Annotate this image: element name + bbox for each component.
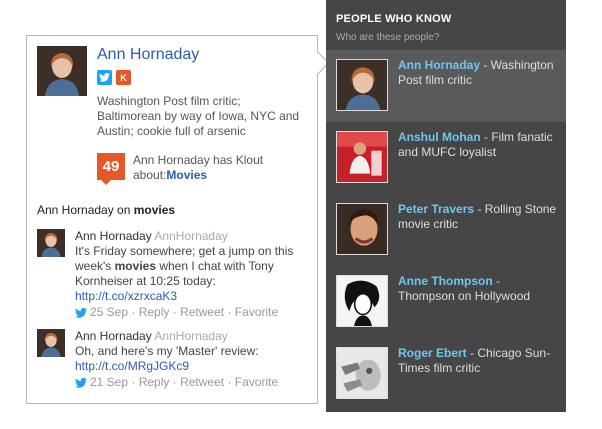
person-text: Peter Travers - Rolling Stone movie crit… [398, 202, 558, 232]
profile-card: Ann Hornaday K Washington Post film crit… [26, 35, 330, 404]
panel-title: PEOPLE WHO KNOW [336, 13, 452, 25]
panel-help-link[interactable]: Who are these people? [336, 32, 439, 43]
favorite-link[interactable]: Favorite [235, 305, 278, 320]
klout-topic-link[interactable]: Movies [166, 168, 207, 182]
favorite-link[interactable]: Favorite [235, 375, 278, 390]
tweet-text: It's Friday somewhere; get a jump on thi… [75, 244, 310, 304]
klout-icon[interactable]: K [116, 70, 131, 85]
person-avatar [336, 275, 388, 327]
person-name[interactable]: Anshul Mohan [398, 130, 481, 144]
profile-name[interactable]: Ann Hornaday [97, 46, 199, 64]
tweet-handle[interactable]: AnnHornaday [154, 329, 227, 343]
klout-description: Ann Hornaday has Klout about:Movies [133, 153, 313, 183]
twitter-bird-icon [75, 377, 87, 388]
tweet-text-highlight: movies [114, 259, 156, 273]
person-name[interactable]: Peter Travers [398, 202, 474, 216]
tweet-date[interactable]: 21 Sep [90, 375, 128, 390]
section-topic: movies [133, 203, 176, 217]
tweet-body: Ann Hornaday AnnHornaday Oh, and here's … [75, 329, 310, 390]
tweet-date[interactable]: 25 Sep [90, 305, 128, 320]
person-name[interactable]: Roger Ebert [398, 346, 467, 360]
tweet-avatar[interactable] [37, 329, 65, 357]
retweet-link[interactable]: Retweet [180, 305, 224, 320]
twitter-icon[interactable] [97, 70, 112, 85]
person-text: Ann Hornaday - Washington Post film crit… [398, 58, 558, 88]
tweet-author[interactable]: Ann Hornaday [75, 329, 152, 343]
person-item-roger-ebert[interactable]: Roger Ebert - Chicago Sun-Times film cri… [326, 338, 566, 410]
twitter-bird-icon [75, 307, 87, 318]
tweets-section-title: Ann Hornaday on movies [37, 203, 175, 217]
tweet-author[interactable]: Ann Hornaday [75, 229, 152, 243]
person-avatar [336, 347, 388, 399]
person-avatar [336, 131, 388, 183]
tweet-text-part: Oh, and here's my 'Master' review: [75, 344, 259, 358]
person-item-peter-travers[interactable]: Peter Travers - Rolling Stone movie crit… [326, 194, 566, 266]
klout-score-badge: 49 [97, 153, 125, 185]
person-text: Anne Thompson - Thompson on Hollywood [398, 274, 558, 304]
section-prefix: Ann Hornaday on [37, 203, 134, 217]
person-item-anne-thompson[interactable]: Anne Thompson - Thompson on Hollywood [326, 266, 566, 338]
profile-avatar[interactable] [37, 46, 87, 96]
person-text: Roger Ebert - Chicago Sun-Times film cri… [398, 346, 558, 376]
tweet-handle[interactable]: AnnHornaday [154, 229, 227, 243]
person-name[interactable]: Anne Thompson [398, 274, 493, 288]
tweet-meta: 25 Sep · Reply · Retweet · Favorite [75, 305, 310, 320]
reply-link[interactable]: Reply [139, 305, 170, 320]
tweet-meta: 21 Sep · Reply · Retweet · Favorite [75, 375, 310, 390]
social-badges: K [97, 70, 131, 85]
tweet-link[interactable]: http://t.co/MRgJGKc9 [75, 359, 189, 373]
person-avatar [336, 59, 388, 111]
profile-bio: Washington Post film critic; Baltimorean… [97, 94, 300, 138]
people-who-know-panel: PEOPLE WHO KNOW Who are these people? An… [326, 0, 566, 412]
reply-link[interactable]: Reply [139, 375, 170, 390]
person-item-ann-hornaday[interactable]: Ann Hornaday - Washington Post film crit… [326, 50, 566, 122]
person-text: Anshul Mohan - Film fanatic and MUFC loy… [398, 130, 558, 160]
tweet-link[interactable]: http://t.co/xzrxcaK3 [75, 289, 177, 303]
tweet-avatar[interactable] [37, 229, 65, 257]
person-name[interactable]: Ann Hornaday [398, 58, 480, 72]
tweet-body: Ann Hornaday AnnHornaday It's Friday som… [75, 229, 310, 320]
person-item-anshul-mohan[interactable]: Anshul Mohan - Film fanatic and MUFC loy… [326, 122, 566, 194]
tweet-text: Oh, and here's my 'Master' review: http:… [75, 344, 310, 374]
retweet-link[interactable]: Retweet [180, 375, 224, 390]
person-avatar [336, 203, 388, 255]
